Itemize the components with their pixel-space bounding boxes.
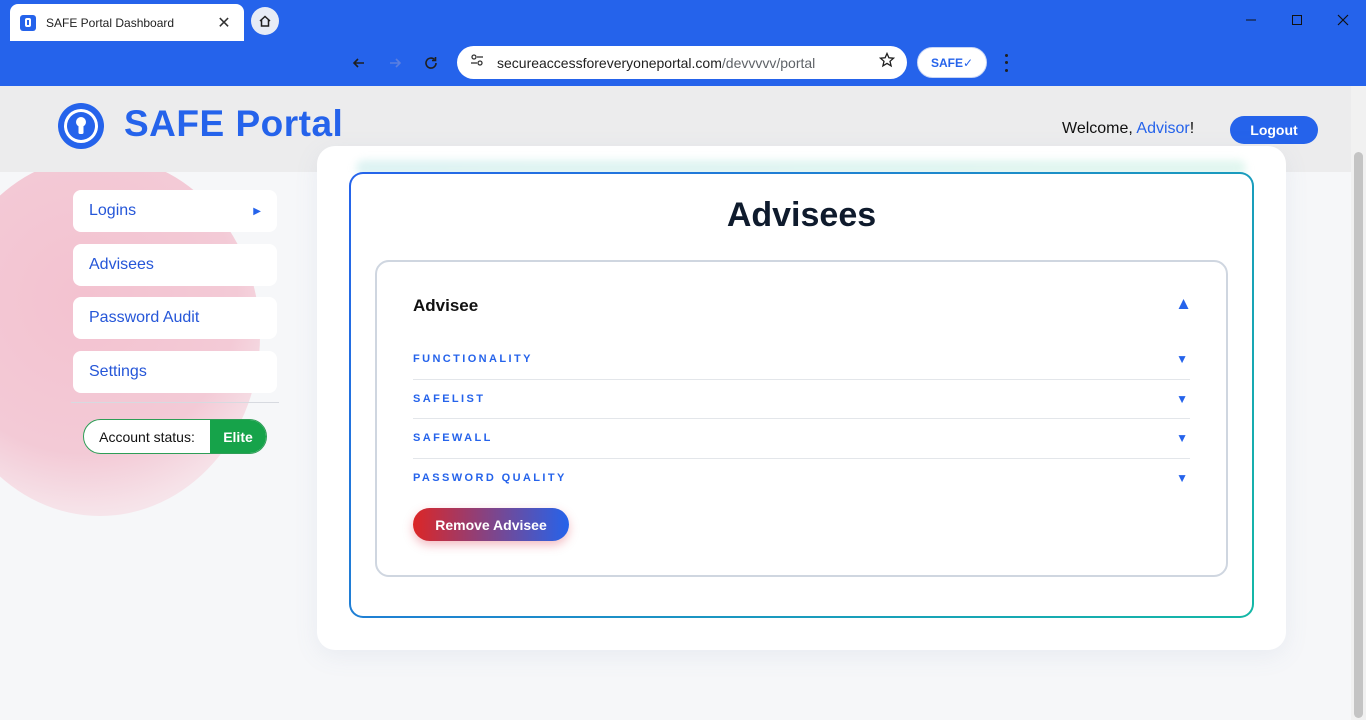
section-functionality[interactable]: FUNCTIONALITY ▼ (413, 340, 1190, 380)
collapse-caret-icon[interactable]: ▲ (1175, 294, 1192, 314)
window-controls (1228, 0, 1366, 40)
welcome-message: Welcome, Advisor! (1062, 120, 1195, 137)
reload-icon[interactable] (417, 49, 445, 77)
window-close-icon[interactable] (1320, 0, 1366, 40)
expand-caret-icon[interactable]: ▼ (1176, 352, 1188, 366)
expand-caret-icon[interactable]: ▼ (1176, 392, 1188, 406)
advisee-sections: FUNCTIONALITY ▼ SAFELIST ▼ SAFEWALL ▼ PA… (413, 340, 1190, 498)
sidebar-item-label: Settings (89, 362, 147, 380)
account-status-badge: Account status: Elite (83, 419, 267, 454)
browser-tab[interactable]: SAFE Portal Dashboard ✕ (10, 4, 244, 41)
close-tab-icon[interactable]: ✕ (214, 13, 234, 33)
submenu-arrow-icon: ▶ (253, 205, 261, 217)
sidebar-item-label: Logins (89, 202, 137, 219)
sidebar-item-label: Advisees (89, 255, 154, 273)
section-password-quality[interactable]: PASSWORD QUALITY ▼ (413, 459, 1190, 499)
sidebar-item-settings[interactable]: Settings (71, 348, 279, 395)
section-safelist[interactable]: SAFELIST ▼ (413, 380, 1190, 419)
minimize-icon[interactable] (1228, 0, 1274, 40)
sidebar-item-advisees[interactable]: Advisees (71, 241, 279, 288)
favicon-icon (20, 14, 36, 31)
logout-button[interactable]: Logout (1230, 116, 1318, 144)
forward-icon[interactable] (381, 49, 409, 77)
sidebar-nav: Logins ▶ Advisees Password Audit Setting… (71, 188, 279, 403)
home-icon[interactable] (251, 7, 279, 35)
section-label: SAFEWALL (413, 432, 493, 445)
account-status-value: Elite (210, 420, 266, 453)
page-scrollbar[interactable] (1351, 86, 1366, 720)
browser-menu-icon[interactable] (996, 52, 1016, 74)
keyhole-logo-icon (56, 101, 106, 151)
address-bar[interactable]: secureaccessforeveryoneportal.com/devvvv… (457, 46, 907, 79)
section-label: SAFELIST (413, 392, 486, 405)
scrollbar-thumb[interactable] (1354, 152, 1363, 718)
page-title: Advisees (726, 196, 877, 234)
safe-extension-button[interactable]: SAFE✓ (917, 47, 987, 78)
section-label: PASSWORD QUALITY (413, 472, 567, 485)
user-name: Advisor (1136, 120, 1190, 137)
section-safewall[interactable]: SAFEWALL ▼ (413, 419, 1190, 459)
expand-caret-icon[interactable]: ▼ (1176, 431, 1188, 445)
advisee-card: Advisee ▲ FUNCTIONALITY ▼ SAFELIST ▼ SAF… (375, 260, 1228, 577)
page-viewport: SAFE Portal Welcome, Advisor! Logout Log… (0, 86, 1366, 720)
account-status-label: Account status: (99, 428, 195, 445)
back-icon[interactable] (345, 49, 373, 77)
brand-title: SAFE Portal (124, 103, 344, 144)
maximize-icon[interactable] (1274, 0, 1320, 40)
sidebar-item-label: Password Audit (89, 309, 200, 326)
section-label: FUNCTIONALITY (413, 353, 533, 366)
site-info-icon[interactable] (469, 52, 485, 73)
expand-caret-icon[interactable]: ▼ (1176, 471, 1188, 485)
advisee-name: Advisee (413, 296, 479, 315)
remove-advisee-button[interactable]: Remove Advisee (413, 508, 569, 541)
sidebar-item-password-audit[interactable]: Password Audit (71, 295, 279, 341)
sidebar-item-logins[interactable]: Logins ▶ (71, 188, 279, 234)
sidebar-divider (71, 402, 279, 403)
bookmark-star-icon[interactable] (878, 51, 896, 73)
advisees-panel: Advisees Advisee ▲ FUNCTIONALITY ▼ SAFEL… (349, 172, 1254, 618)
url-text[interactable]: secureaccessforeveryoneportal.com/devvvv… (497, 55, 879, 71)
browser-tabstrip: SAFE Portal Dashboard ✕ (0, 0, 1366, 41)
tab-title: SAFE Portal Dashboard (46, 15, 175, 30)
